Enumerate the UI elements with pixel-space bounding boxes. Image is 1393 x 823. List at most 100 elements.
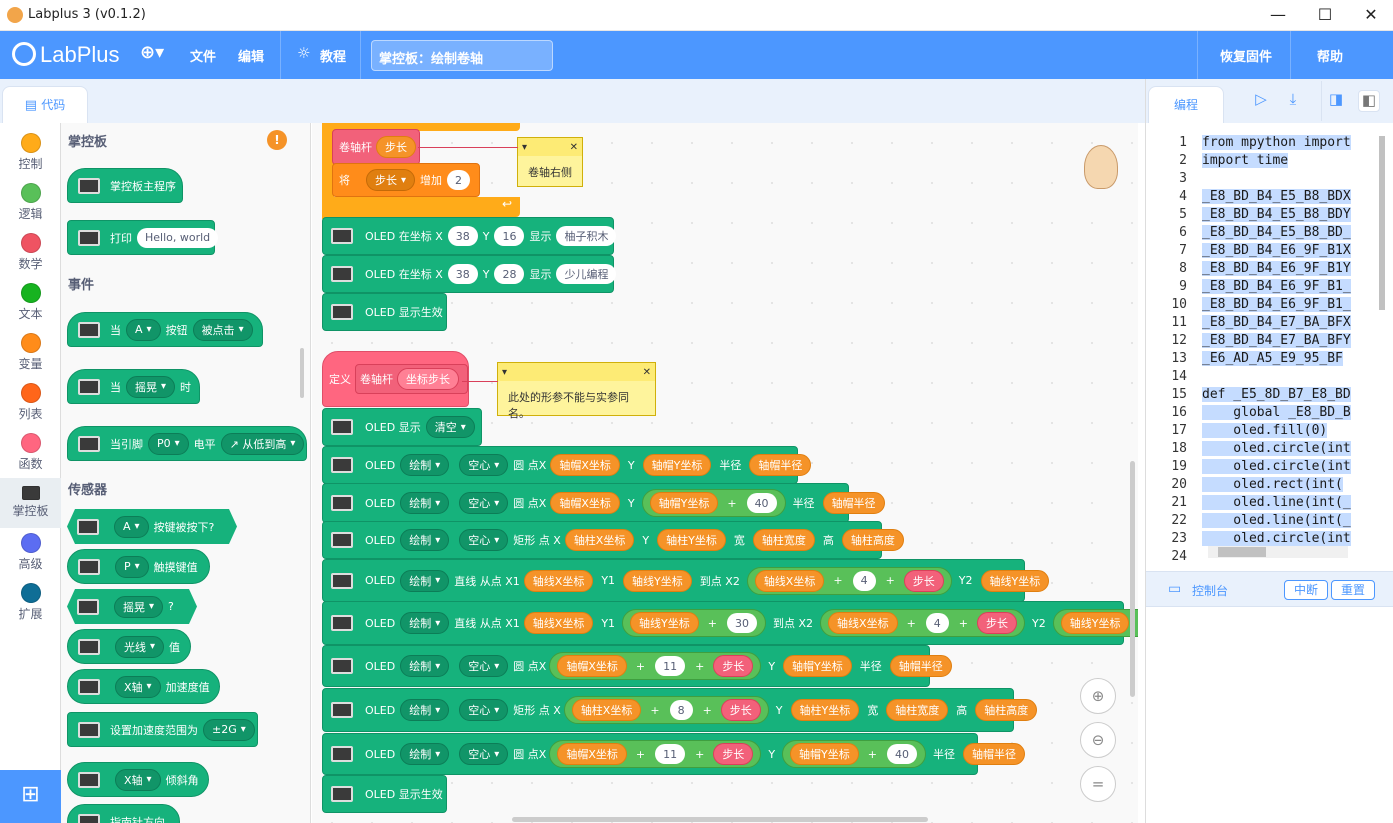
- code-line[interactable]: global _E8_BD_B: [1202, 405, 1351, 420]
- block-accel-value[interactable]: X轴加速度值: [67, 669, 220, 704]
- code-line[interactable]: _E8_BD_B4_E6_9F_B1_: [1202, 297, 1351, 312]
- flyout-scrollbar[interactable]: [300, 348, 304, 398]
- code-line[interactable]: oled.fill(0): [1202, 423, 1328, 438]
- category-board[interactable]: 掌控板: [0, 478, 61, 528]
- block-set-accel-range[interactable]: 设置加速度范围为 ±2G: [67, 712, 258, 747]
- category-logic[interactable]: 逻辑: [0, 178, 61, 228]
- code-line[interactable]: oled.circle(int: [1202, 459, 1351, 474]
- block-main-program[interactable]: 掌控板主程序: [67, 168, 183, 203]
- run-icon[interactable]: ▷: [1250, 90, 1272, 112]
- code-line[interactable]: _E8_BD_B4_E7_BA_BFY: [1202, 333, 1351, 348]
- interrupt-button[interactable]: 中断: [1284, 580, 1329, 600]
- block-when-button[interactable]: 当A按钮被点击: [67, 312, 263, 347]
- code-line[interactable]: _E8_BD_B4_E6_9F_B1Y: [1202, 261, 1351, 276]
- code-line[interactable]: oled.circle(int: [1202, 531, 1351, 546]
- zoom-out-icon[interactable]: ⊖: [1080, 722, 1116, 758]
- minimize-icon[interactable]: —: [1255, 3, 1301, 27]
- code-line[interactable]: oled.line(int(_: [1202, 513, 1351, 528]
- category-variables[interactable]: 变量: [0, 328, 61, 378]
- block-flyout: 掌控板 ! 掌控板主程序 打印Hello, world 事件 当A按钮被点击 当…: [61, 123, 311, 823]
- block-draw-line-1[interactable]: OLED绘制直线 从点 X1轴线X坐标Y1轴线Y坐标到点 X2轴线X坐标+4+步…: [322, 559, 1050, 602]
- code-line[interactable]: _E6_AD_A5_E9_95_BF: [1202, 351, 1343, 366]
- code-line[interactable]: oled.circle(int: [1202, 441, 1351, 456]
- restore-firmware-button[interactable]: 恢复固件: [1220, 46, 1272, 65]
- code-line[interactable]: _E8_BD_B4_E6_9F_B1X: [1202, 243, 1351, 258]
- block-workspace[interactable]: 卷轴杆步长 将步长增加2 ↩ ▾✕卷轴右侧 OLED 在坐标 X38Y16显示柚…: [312, 123, 1138, 823]
- console-output[interactable]: [1146, 608, 1393, 823]
- category-text[interactable]: 文本: [0, 278, 61, 328]
- block-print[interactable]: 打印 Hello, world: [67, 220, 219, 255]
- code-editor[interactable]: 1 from mpython import 2 import time 3 4 _E8_BD…: [1147, 134, 1381, 562]
- tab-programming[interactable]: 编程: [1148, 86, 1224, 123]
- category-lists[interactable]: 列表: [0, 378, 61, 428]
- workspace-v-scrollbar[interactable]: [1130, 461, 1135, 697]
- block-button-pressed[interactable]: A按键被按下?: [67, 509, 237, 544]
- code-line-number: 21: [1171, 495, 1187, 510]
- block-draw-line-2[interactable]: OLED绘制直线 从点 X1轴线X坐标Y1轴线Y坐标+30到点 X2轴线X坐标+…: [322, 601, 1138, 645]
- code-line-number: 10: [1171, 297, 1187, 312]
- code-line[interactable]: oled.rect(int(: [1202, 477, 1343, 492]
- menu-edit[interactable]: 编辑: [238, 46, 264, 65]
- tab-code[interactable]: ▤ 代码: [2, 86, 88, 123]
- block-light-value[interactable]: 光线值: [67, 629, 191, 664]
- comment-right-side[interactable]: ▾ ✕ 卷轴右侧: [517, 137, 583, 187]
- code-line[interactable]: _E8_BD_B4_E5_B8_BD_: [1202, 225, 1351, 240]
- code-line[interactable]: oled.line(int(_: [1202, 495, 1351, 510]
- close-icon[interactable]: ✕: [1348, 3, 1393, 27]
- menu-tutorial[interactable]: 教程: [320, 46, 346, 65]
- block-change-step[interactable]: 将步长增加2: [332, 163, 480, 197]
- category-math[interactable]: 数学: [0, 228, 61, 278]
- block-shake-question[interactable]: 摇晃?: [67, 589, 197, 624]
- block-draw-circle-2[interactable]: OLED绘制空心圆 点X轴帽X坐标Y轴帽Y坐标+40半径轴帽半径: [322, 483, 885, 523]
- block-touch-value[interactable]: P触摸键值: [67, 549, 210, 584]
- layout-split-icon[interactable]: ◨: [1325, 90, 1347, 112]
- block-oled-text-1[interactable]: OLED 在坐标 X 38 Y 16 显示 柚子积木: [322, 217, 617, 255]
- block-oled-clear[interactable]: OLED 显示 清空: [322, 408, 482, 446]
- block-tilt-angle[interactable]: X轴倾斜角: [67, 762, 209, 797]
- code-v-scrollbar[interactable]: [1379, 136, 1385, 310]
- block-draw-rect-1[interactable]: OLED绘制空心矩形 点 X轴柱X坐标Y轴柱Y坐标宽轴柱宽度高轴柱高度: [322, 521, 904, 559]
- category-functions[interactable]: 函数: [0, 428, 61, 478]
- category-advanced[interactable]: 高级: [0, 528, 61, 578]
- zoom-reset-icon[interactable]: =: [1080, 766, 1116, 802]
- block-draw-circle-1[interactable]: OLED绘制空心圆 点X轴帽X坐标Y轴帽Y坐标半径轴帽半径: [322, 446, 812, 484]
- block-oled-apply-2[interactable]: OLED 显示生效: [322, 775, 447, 813]
- layout-panel-icon[interactable]: ◧: [1358, 90, 1380, 112]
- flyout-title-sensors: 传感器: [68, 483, 108, 498]
- block-oled-text-2[interactable]: OLED 在坐标 X 38 Y 28 显示 少儿编程: [322, 255, 617, 293]
- code-line[interactable]: def _E5_8D_B7_E8_BD: [1202, 387, 1351, 402]
- code-line[interactable]: import time: [1202, 153, 1289, 168]
- maximize-icon[interactable]: ☐: [1302, 3, 1348, 27]
- zoom-in-icon[interactable]: ⊕: [1080, 678, 1116, 714]
- menu-file[interactable]: 文件: [190, 46, 216, 65]
- code-line[interactable]: _E8_BD_B4_E5_B8_BDY: [1202, 207, 1351, 222]
- workspace-h-scrollbar[interactable]: [512, 817, 928, 822]
- block-draw-circle-3[interactable]: OLED绘制空心圆 点X轴帽X坐标+11+步长Y轴帽Y坐标半径轴帽半径: [322, 645, 952, 687]
- call-scroll-rod[interactable]: 卷轴杆 步长: [332, 129, 420, 165]
- code-line[interactable]: _E8_BD_B4_E5_B8_BDX: [1202, 189, 1351, 204]
- block-when-shake[interactable]: 当摇晃时: [67, 369, 200, 404]
- define-function-block[interactable]: 定义 卷轴杆 坐标步长: [322, 351, 469, 407]
- block-draw-circle-4[interactable]: OLED绘制空心圆 点X轴帽X坐标+11+步长Y轴帽Y坐标+40半径轴帽半径: [322, 733, 1025, 775]
- code-h-scrollbar[interactable]: [1208, 546, 1348, 558]
- category-extensions[interactable]: 扩展: [0, 578, 61, 628]
- download-icon[interactable]: ⤓: [1282, 90, 1304, 112]
- category-control[interactable]: 控制: [0, 128, 61, 178]
- code-line[interactable]: from mpython import: [1202, 135, 1351, 150]
- project-title-input[interactable]: 掌控板：绘制卷轴: [371, 40, 553, 71]
- reset-button[interactable]: 重置: [1331, 580, 1376, 600]
- help-button[interactable]: 帮助: [1317, 46, 1343, 65]
- comment-param-note[interactable]: ▾ ✕ 此处的形参不能与实参同名。: [497, 362, 656, 420]
- block-oled-apply-1[interactable]: OLED 显示生效: [322, 293, 447, 331]
- globe-icon[interactable]: ⊕▾: [140, 42, 164, 63]
- block-compass[interactable]: 指南针方向: [67, 804, 180, 823]
- code-line-number: 16: [1171, 405, 1187, 420]
- lightbulb-icon[interactable]: ☼: [297, 44, 310, 62]
- block-draw-rect-2[interactable]: OLED绘制空心矩形 点 X轴柱X坐标+8+步长Y轴柱Y坐标宽轴柱宽度高轴柱高度: [322, 688, 1038, 732]
- code-line[interactable]: _E8_BD_B4_E6_9F_B1_: [1202, 279, 1351, 294]
- code-line-number: 18: [1171, 441, 1187, 456]
- code-line[interactable]: _E8_BD_B4_E7_BA_BFX: [1202, 315, 1351, 330]
- block-when-pin[interactable]: 当引脚P0电平↗ 从低到高: [67, 426, 307, 461]
- add-extension-button[interactable]: ⊞: [0, 770, 61, 823]
- help-icon[interactable]: !: [267, 130, 287, 150]
